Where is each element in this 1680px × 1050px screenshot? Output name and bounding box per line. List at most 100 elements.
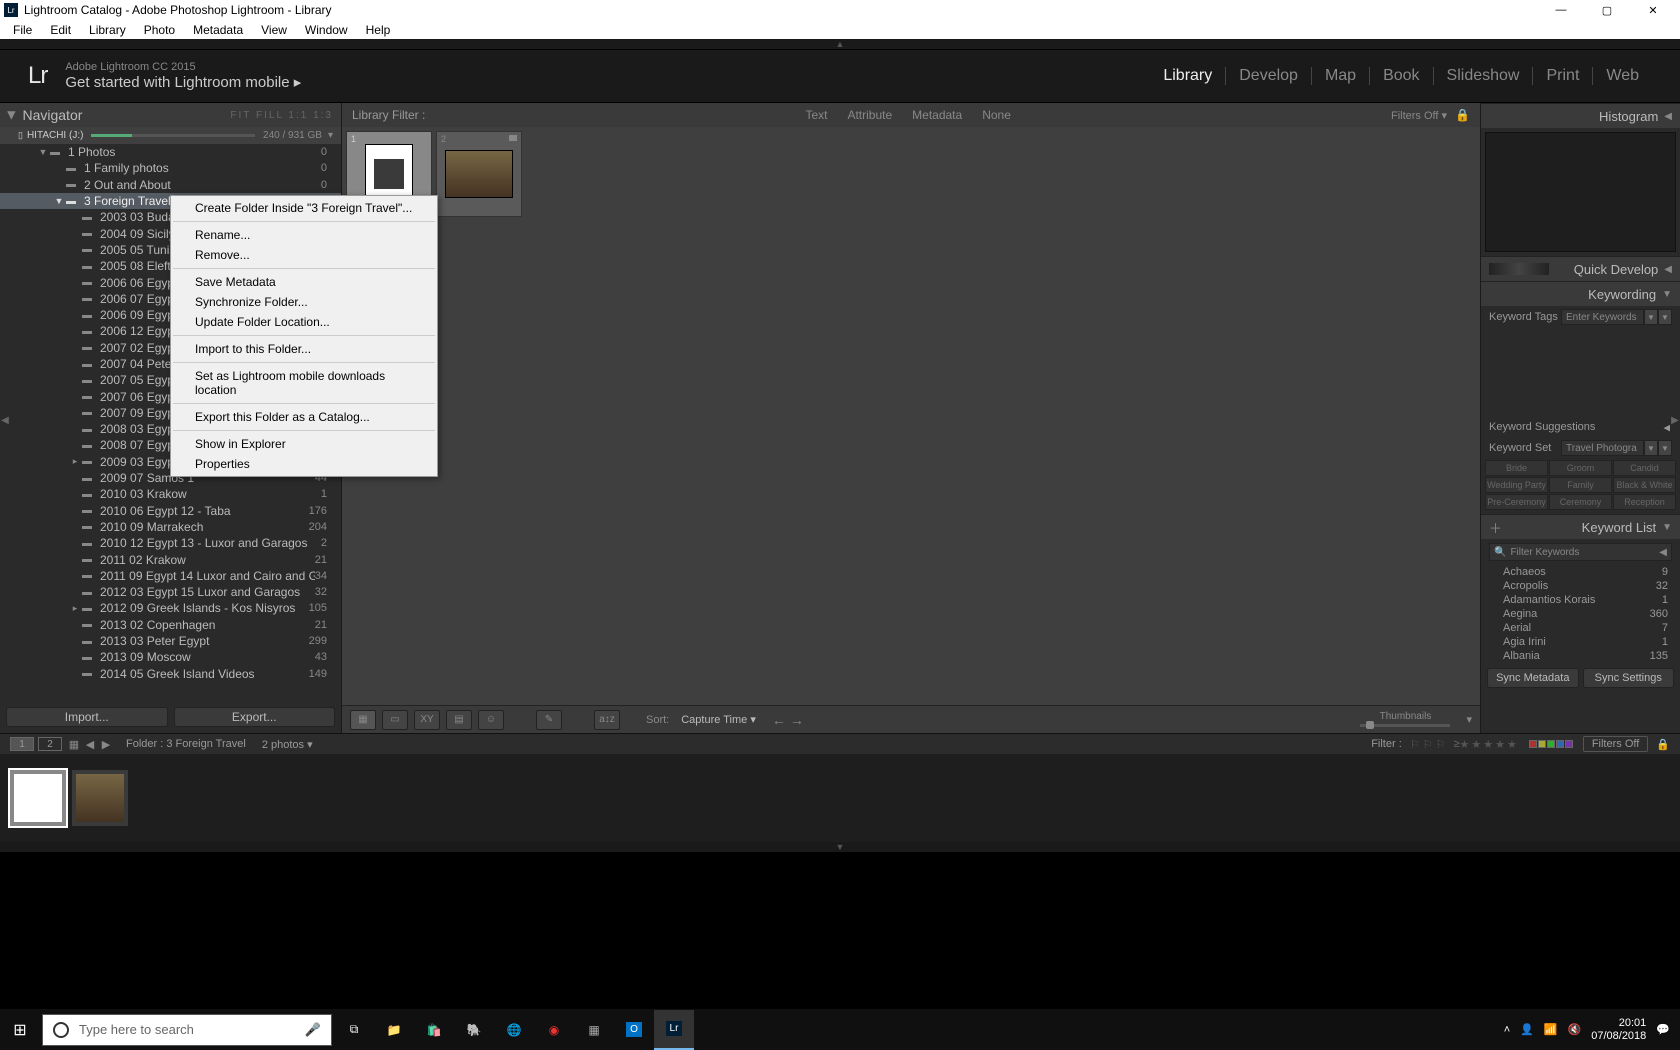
people-icon[interactable]: 👤	[1520, 1023, 1534, 1036]
toolbar-menu-icon[interactable]: ▾	[1466, 713, 1472, 726]
histogram-header[interactable]: Histogram◀	[1481, 103, 1680, 128]
folder-row[interactable]: ▬2013 02 Copenhagen21	[0, 617, 341, 633]
breadcrumb-path[interactable]: Folder : 3 Foreign Travel	[126, 738, 246, 750]
prev-photo-button[interactable]: ←	[772, 712, 786, 728]
panel-collapse-top[interactable]: ▲	[0, 39, 1680, 49]
disclosure-icon[interactable]: ▼	[52, 196, 66, 206]
context-menu-item[interactable]: Save Metadata	[171, 272, 437, 292]
folder-row[interactable]: ▬1 Family photos0	[0, 160, 341, 176]
task-view-button[interactable]: ⧉	[334, 1010, 374, 1050]
menu-window[interactable]: Window	[296, 23, 357, 37]
microphone-icon[interactable]: 🎤	[305, 1022, 321, 1038]
module-slideshow[interactable]: Slideshow	[1434, 67, 1534, 85]
context-menu-item[interactable]: Import to this Folder...	[171, 339, 437, 359]
keywording-header[interactable]: Keywording▼	[1481, 281, 1680, 306]
keyword-entry-area[interactable]	[1485, 328, 1676, 418]
lock-icon[interactable]: 🔒	[1455, 108, 1470, 122]
import-button[interactable]: Import...	[6, 707, 168, 727]
folder-row[interactable]: ▬2013 03 Peter Egypt299	[0, 633, 341, 649]
evernote-icon[interactable]: 🐘	[454, 1010, 494, 1050]
photo-count[interactable]: 2 photos ▾	[262, 738, 313, 751]
keyword-set-toggle[interactable]: ▼	[1658, 440, 1672, 456]
filter-metadata[interactable]: Metadata	[902, 108, 972, 122]
keyword-set-item[interactable]: Bride	[1485, 460, 1548, 476]
filmstrip-cell[interactable]	[72, 770, 128, 826]
sync-settings-button[interactable]: Sync Settings	[1583, 668, 1675, 688]
lightroom-taskbar-icon[interactable]: Lr	[654, 1010, 694, 1050]
main-window-button[interactable]: 1	[10, 737, 34, 751]
filmstrip-cell[interactable]	[10, 770, 66, 826]
keyword-suggestions-header[interactable]: Keyword Suggestions◀	[1481, 418, 1680, 437]
keyword-list-header[interactable]: ＋Keyword List▼	[1481, 514, 1680, 539]
navigator-options[interactable]: FIT FILL 1:1 1:3	[230, 110, 333, 121]
folder-row[interactable]: ▬2010 12 Egypt 13 - Luxor and Garagos2	[0, 535, 341, 551]
keyword-set-item[interactable]: Candid	[1613, 460, 1676, 476]
sort-direction-button[interactable]: a↕z	[594, 710, 620, 730]
loupe-view-button[interactable]: ▭	[382, 710, 408, 730]
survey-view-button[interactable]: ▤	[446, 710, 472, 730]
nav-back-button[interactable]: ◀	[82, 738, 98, 751]
keyword-list-item[interactable]: Agia Irini1	[1481, 635, 1680, 649]
mobile-link[interactable]: Get started with Lightroom mobile ▸	[65, 73, 301, 91]
folder-row[interactable]: ▸▬2012 09 Greek Islands - Kos Nisyros105	[0, 600, 341, 616]
volume-icon[interactable]: 🔇	[1568, 1023, 1582, 1036]
context-menu-item[interactable]: Synchronize Folder...	[171, 292, 437, 312]
menu-photo[interactable]: Photo	[135, 23, 184, 37]
keyword-list-item[interactable]: Aerial7	[1481, 621, 1680, 635]
module-print[interactable]: Print	[1533, 67, 1593, 85]
disclosure-icon[interactable]: ▼	[36, 147, 50, 157]
context-menu-item[interactable]: Set as Lightroom mobile downloads locati…	[171, 366, 437, 400]
keyword-tags-dropdown[interactable]: Enter Keywords	[1561, 309, 1644, 325]
folder-row[interactable]: ▬2013 09 Moscow43	[0, 649, 341, 665]
thumbnail[interactable]	[76, 774, 124, 822]
filter-text[interactable]: Text	[795, 108, 837, 122]
keyword-list-item[interactable]: Achaeos9	[1481, 565, 1680, 579]
keyword-set-item[interactable]: Ceremony	[1549, 494, 1612, 510]
close-button[interactable]: ✕	[1630, 0, 1676, 20]
module-map[interactable]: Map	[1312, 67, 1370, 85]
folder-row[interactable]: ▬2014 05 Greek Island Videos149	[0, 666, 341, 682]
notifications-icon[interactable]: 💬	[1656, 1023, 1670, 1036]
keyword-set-item[interactable]: Family	[1549, 477, 1612, 493]
outlook-icon[interactable]: O	[614, 1010, 654, 1050]
export-button[interactable]: Export...	[174, 707, 336, 727]
context-menu-item[interactable]: Export this Folder as a Catalog...	[171, 407, 437, 427]
volume-row[interactable]: ▯ HITACHI (J:) 240 / 931 GB ▾	[0, 127, 341, 144]
compare-view-button[interactable]: XY	[414, 710, 440, 730]
chevron-down-icon[interactable]: ▾	[328, 130, 333, 141]
keyword-set-item[interactable]: Reception	[1613, 494, 1676, 510]
wifi-icon[interactable]: 📶	[1544, 1023, 1558, 1036]
chevron-down-icon[interactable]: ▼	[1644, 440, 1658, 456]
context-menu-item[interactable]: Remove...	[171, 245, 437, 265]
folder-row[interactable]: ▬2010 06 Egypt 12 - Taba176	[0, 503, 341, 519]
keyword-tags-toggle[interactable]: ▼	[1658, 309, 1672, 325]
navigator-header[interactable]: ▶ Navigator FIT FILL 1:1 1:3	[0, 103, 341, 127]
folder-row[interactable]: ▬2 Out and About0	[0, 177, 341, 193]
keyword-set-item[interactable]: Pre-Ceremony	[1485, 494, 1548, 510]
sync-metadata-button[interactable]: Sync Metadata	[1487, 668, 1579, 688]
people-view-button[interactable]: ☺	[478, 710, 504, 730]
chrome-icon[interactable]: 🌐	[494, 1010, 534, 1050]
grid-toggle-icon[interactable]: ▦	[66, 738, 82, 751]
thumbnail[interactable]	[445, 150, 513, 198]
menu-library[interactable]: Library	[80, 23, 135, 37]
folder-row[interactable]: ▬2010 03 Krakow1	[0, 486, 341, 502]
store-icon[interactable]: 🛍️	[414, 1010, 454, 1050]
folder-row[interactable]: ▬2011 02 Krakow21	[0, 551, 341, 567]
app-icon[interactable]: ◉	[534, 1010, 574, 1050]
star-filter[interactable]: ★★★★★	[1460, 738, 1519, 751]
context-menu-item[interactable]: Rename...	[171, 225, 437, 245]
taskbar-search[interactable]: Type here to search 🎤	[42, 1014, 332, 1046]
keyword-list-item[interactable]: Aegina360	[1481, 607, 1680, 621]
folder-row[interactable]: ▬2011 09 Egypt 14 Luxor and Cairo and Ga…	[0, 568, 341, 584]
grid-view[interactable]: 1 2	[342, 127, 1480, 705]
keyword-set-item[interactable]: Wedding Party	[1485, 477, 1548, 493]
lock-icon[interactable]: 🔒	[1656, 738, 1670, 751]
disclosure-icon[interactable]: ▸	[68, 456, 82, 467]
second-window-button[interactable]: 2	[38, 737, 62, 751]
module-library[interactable]: Library	[1150, 67, 1226, 85]
nav-forward-button[interactable]: ▶	[98, 738, 114, 751]
filter-attribute[interactable]: Attribute	[837, 108, 902, 122]
quick-develop-header[interactable]: Quick Develop◀	[1481, 256, 1680, 281]
panel-collapse-bottom[interactable]: ▼	[0, 842, 1680, 852]
